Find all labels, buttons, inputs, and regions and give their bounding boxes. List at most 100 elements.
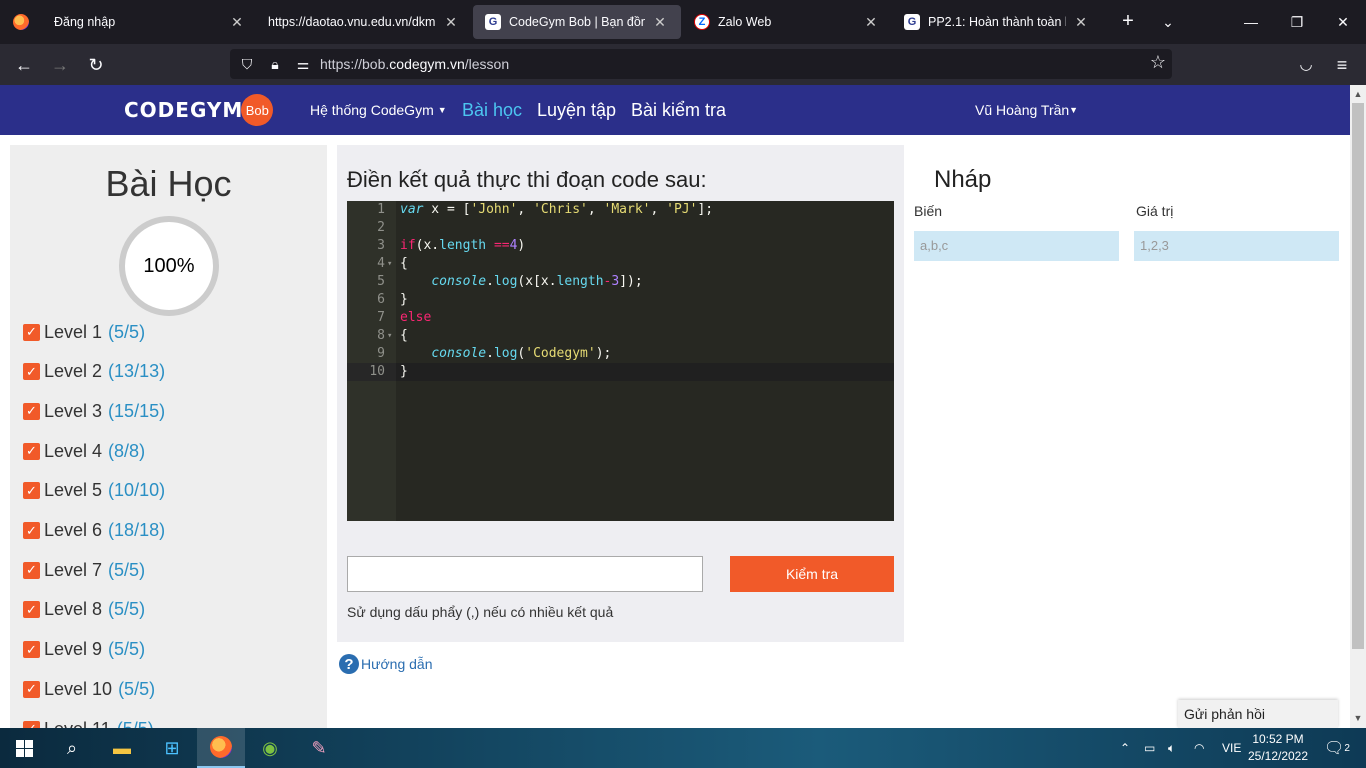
clock-date: 25/12/2022 <box>1247 749 1309 763</box>
search-icon[interactable]: ⌕ <box>48 728 96 768</box>
restore-icon[interactable]: ❐ <box>1274 0 1320 44</box>
language-indicator[interactable]: VIE <box>1222 728 1241 768</box>
line-number: 4 <box>377 256 385 271</box>
close-icon[interactable]: ✕ <box>1072 14 1090 31</box>
clock[interactable]: 10:52 PM 25/12/2022 <box>1246 731 1310 765</box>
sidebar-level-item[interactable]: ✓ Level 4 (8/8) <box>23 439 145 463</box>
sidebar-level-item[interactable]: ✓ Level 9 (5/5) <box>23 638 145 662</box>
url-prefix: https://bob. <box>320 56 390 72</box>
feedback-button[interactable]: Gửi phản hồi <box>1178 700 1338 728</box>
site-header: CODEGYM Bob Hệ thống CodeGym ▼ Bài học Lu… <box>0 85 1350 135</box>
tab-codegym-bob[interactable]: G CodeGym Bob | Bạn đồng hành ✕ <box>473 5 681 39</box>
code-editor[interactable]: 1 2 3 4 5 6 7 8 9 10 ▾ ▾ var x = ['John', 'Chris', … <box>347 201 894 521</box>
codegym-logo[interactable]: CODEGYM Bob <box>124 93 274 127</box>
url-text[interactable]: https://bob.codegym.vn/lesson <box>320 56 509 72</box>
active-line <box>396 363 894 381</box>
level-count: (5/5) <box>108 321 146 342</box>
line-number: 2 <box>377 220 385 235</box>
menu-icon[interactable]: ≡ <box>1329 52 1355 78</box>
code-line-8: { <box>400 328 408 343</box>
paint-icon[interactable]: ✎ <box>295 728 343 768</box>
permissions-icon[interactable]: ⚌ <box>292 49 314 79</box>
notification-icon[interactable]: 🗨︎ 2 <box>1324 728 1350 768</box>
menu-codegym-system[interactable]: Hệ thống CodeGym ▼ <box>310 85 447 135</box>
line-number: 3 <box>377 238 385 253</box>
scroll-down-icon[interactable]: ▼ <box>1350 713 1366 723</box>
sidebar-level-item[interactable]: ✓ Level 5 (10/10) <box>23 479 165 503</box>
tab-title: PP2.1: Hoàn thành toàn bộ chương <box>928 15 1066 29</box>
back-arrow-icon[interactable]: ← <box>11 52 37 78</box>
sidebar-level-item[interactable]: ✓ Level 6 (18/18) <box>23 519 165 543</box>
draft-var-input[interactable]: a,b,c <box>914 231 1119 261</box>
sidebar-level-item[interactable]: ✓ Level 7 (5/5) <box>23 558 145 582</box>
check-button[interactable]: Kiểm tra <box>730 556 894 592</box>
level-name: Level 10 <box>44 678 113 699</box>
level-name: Level 2 <box>44 361 103 382</box>
menu-practice[interactable]: Luyện tập <box>537 85 616 135</box>
user-name: Vũ Hoàng Trần <box>975 102 1070 118</box>
level-name: Level 8 <box>44 599 103 620</box>
level-count: (15/15) <box>108 400 166 421</box>
shield-icon[interactable]: ⛉ <box>236 49 258 79</box>
firefox-view-button[interactable] <box>0 0 42 44</box>
url-domain: codegym.vn <box>389 56 465 72</box>
tab-login[interactable]: Đăng nhập ✕ <box>42 0 258 44</box>
tab-pp21[interactable]: G PP2.1: Hoàn thành toàn bộ chương ✕ <box>892 0 1102 44</box>
draft-val-input[interactable]: 1,2,3 <box>1134 231 1339 261</box>
menu-lesson[interactable]: Bài học <box>462 85 522 135</box>
volume-icon[interactable]: 🔈︎ <box>1168 728 1175 768</box>
close-icon[interactable]: ✕ <box>862 14 880 31</box>
checkbox-checked-icon: ✓ <box>23 561 40 579</box>
level-name: Level 9 <box>44 639 103 660</box>
new-tab-icon[interactable]: + <box>1116 10 1140 34</box>
sidebar-level-item[interactable]: ✓ Level 8 (5/5) <box>23 598 145 622</box>
file-explorer-icon[interactable]: ▬ <box>98 728 146 768</box>
codegym-favicon-icon: G <box>485 14 501 30</box>
reload-icon[interactable]: ↻ <box>83 52 109 78</box>
answer-input[interactable] <box>347 556 703 592</box>
sidebar-level-item[interactable]: ✓ Level 3 (15/15) <box>23 399 165 423</box>
pocket-icon[interactable]: ◡ <box>1293 52 1319 78</box>
progress-ring: 100% <box>119 216 219 316</box>
close-window-icon[interactable]: ✕ <box>1320 0 1366 44</box>
user-menu[interactable]: Vũ Hoàng Trần ▼ <box>975 85 1078 135</box>
store-icon[interactable]: ⊞ <box>148 728 196 768</box>
codegym-favicon-icon: G <box>904 14 920 30</box>
checkbox-checked-icon: ✓ <box>23 680 40 698</box>
close-icon[interactable]: ✕ <box>228 14 246 31</box>
level-name: Level 3 <box>44 400 103 421</box>
sidebar-level-item[interactable]: ✓ Level 2 (13/13) <box>23 360 165 384</box>
close-icon[interactable]: ✕ <box>442 14 460 31</box>
battery-icon[interactable]: ▭ <box>1144 728 1155 768</box>
windows-start-icon[interactable] <box>0 728 48 768</box>
line-number: 5 <box>377 274 385 289</box>
tab-zalo[interactable]: Z Zalo Web ✕ <box>682 0 892 44</box>
firefox-taskbar-icon[interactable] <box>197 728 245 768</box>
guide-link[interactable]: ? Hướng dẫn <box>339 654 432 674</box>
page-scrollbar[interactable]: ▲ ▼ <box>1350 85 1366 728</box>
url-bar[interactable]: ⛉ 🔒︎ ⚌ https://bob.codegym.vn/lesson ☆ <box>230 49 1172 79</box>
fold-arrow-icon[interactable]: ▾ <box>387 327 392 345</box>
tray-chevron-icon[interactable]: ⌃ <box>1120 728 1130 768</box>
draft-title: Nháp <box>934 166 992 193</box>
code-line-7: else <box>400 310 432 325</box>
minimize-icon[interactable]: — <box>1228 0 1274 44</box>
chevron-down-icon[interactable]: ⌄ <box>1156 10 1180 34</box>
coccoc-icon[interactable]: ◉ <box>246 728 294 768</box>
menu-test[interactable]: Bài kiểm tra <box>631 85 726 135</box>
lock-icon[interactable]: 🔒︎ <box>264 49 286 79</box>
wifi-icon[interactable]: ◠ <box>1194 728 1204 768</box>
bookmark-star-icon[interactable]: ☆ <box>1150 52 1166 73</box>
menu-label: Hệ thống CodeGym <box>310 102 434 118</box>
tab-title: https://daotao.vnu.edu.vn/dkmh <box>268 15 436 29</box>
caret-down-icon: ▼ <box>437 105 447 115</box>
sidebar-level-item[interactable]: ✓ Level 10 (5/5) <box>23 677 155 701</box>
tab-daotao[interactable]: https://daotao.vnu.edu.vn/dkmh ✕ <box>256 0 472 44</box>
fold-arrow-icon[interactable]: ▾ <box>387 255 392 273</box>
close-icon[interactable]: ✕ <box>651 14 669 31</box>
scroll-up-icon[interactable]: ▲ <box>1350 89 1366 99</box>
forward-arrow-icon[interactable]: → <box>47 52 73 78</box>
sidebar-level-item[interactable]: ✓ Level 1 (5/5) <box>23 320 145 344</box>
scroll-thumb[interactable] <box>1352 103 1364 649</box>
code-line-1: var x = ['John', 'Chris', 'Mark', 'PJ']; <box>400 202 714 217</box>
